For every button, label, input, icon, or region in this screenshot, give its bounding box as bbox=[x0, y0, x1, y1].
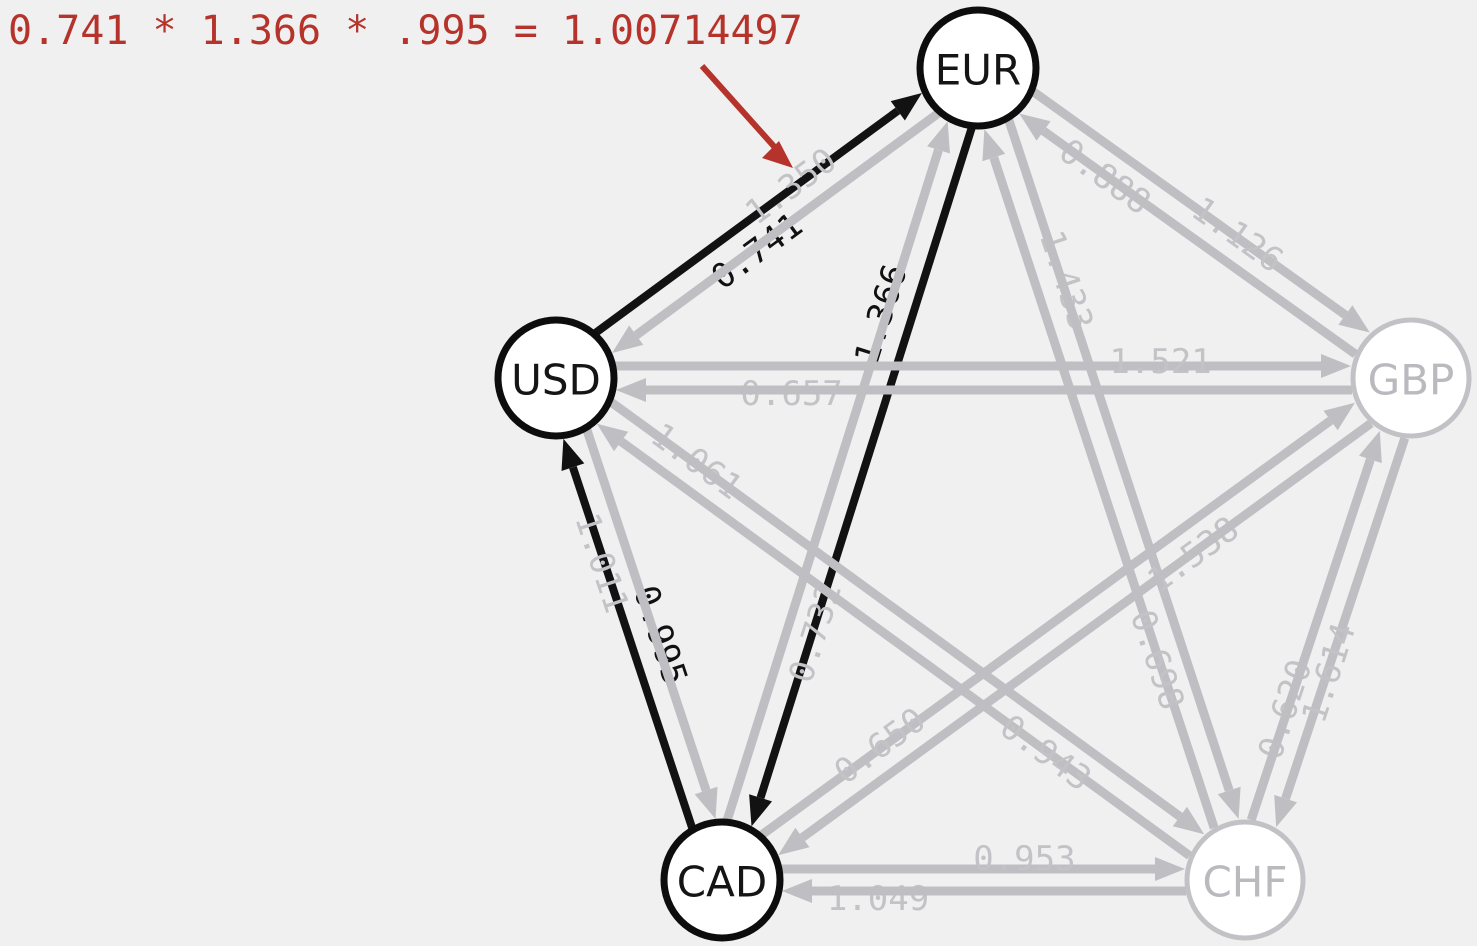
edge-rate-label-gbp-usd: 1.521 bbox=[1109, 342, 1211, 382]
edge-layer: 0.7411.3501.3660.7320.9951.0110.6571.521… bbox=[561, 88, 1410, 919]
arrowhead-icon-usd-gbp bbox=[1321, 354, 1351, 378]
edge-rate-label-usd-cad: 1.011 bbox=[566, 508, 636, 618]
arbitrage-equation-label: 0.741 * 1.366 * .995 = 1.00714497 bbox=[8, 8, 803, 54]
edge-rate-label-chf-cad: 0.953 bbox=[973, 839, 1075, 879]
edge-rate-label-eur-cad: 1.366 bbox=[847, 260, 916, 370]
node-usd[interactable]: USD bbox=[494, 316, 618, 440]
red-arrow-head-icon bbox=[762, 141, 793, 168]
arrowhead-icon-chf-gbp bbox=[1359, 430, 1382, 464]
annotation-arrow-layer bbox=[699, 63, 793, 168]
node-chf[interactable]: CHF bbox=[1184, 819, 1306, 941]
currency-graph: 0.7411.3501.3660.7320.9951.0110.6571.521… bbox=[494, 6, 1472, 942]
arrowhead-icon-usd-cad bbox=[694, 786, 718, 819]
node-gbp[interactable]: GBP bbox=[1350, 317, 1472, 439]
arrowhead-icon-cad-chf bbox=[1155, 857, 1185, 881]
arrowhead-icon-gbp-usd bbox=[616, 378, 646, 402]
edge-rate-label-cad-chf: 1.049 bbox=[827, 879, 929, 919]
node-label-gbp: GBP bbox=[1368, 356, 1455, 405]
edge-rate-label-cad-eur: 0.732 bbox=[781, 578, 850, 688]
node-cad[interactable]: CAD bbox=[660, 818, 784, 942]
edge-usd-to-eur bbox=[593, 107, 901, 336]
node-label-chf: CHF bbox=[1202, 858, 1287, 907]
arrowhead-icon-cad-usd bbox=[561, 438, 585, 471]
arrowhead-icon-eur-chf bbox=[1217, 786, 1241, 819]
node-label-cad: CAD bbox=[677, 858, 767, 907]
edge-gbp-to-chf bbox=[1281, 436, 1410, 801]
arrowhead-icon-eur-cad bbox=[749, 794, 772, 827]
diagram-canvas: 0.741 1.350 1.366 0.732 0.995 1.011 0.657 1.521… bbox=[0, 0, 1477, 946]
node-label-eur: EUR bbox=[935, 46, 1021, 95]
red-arrow-shaft bbox=[699, 63, 782, 155]
arrowhead-icon-chf-eur bbox=[982, 129, 1006, 162]
edge-rate-label-eur-chf: 0.698 bbox=[1122, 605, 1192, 715]
arrowhead-icon-chf-cad bbox=[782, 879, 812, 903]
node-eur[interactable]: EUR bbox=[916, 6, 1040, 130]
node-label-usd: USD bbox=[511, 356, 601, 405]
arrowhead-icon-cad-eur bbox=[927, 121, 950, 154]
edge-rate-label-cad-usd: 0.995 bbox=[625, 581, 695, 691]
arrowhead-icon-gbp-chf bbox=[1274, 794, 1297, 828]
